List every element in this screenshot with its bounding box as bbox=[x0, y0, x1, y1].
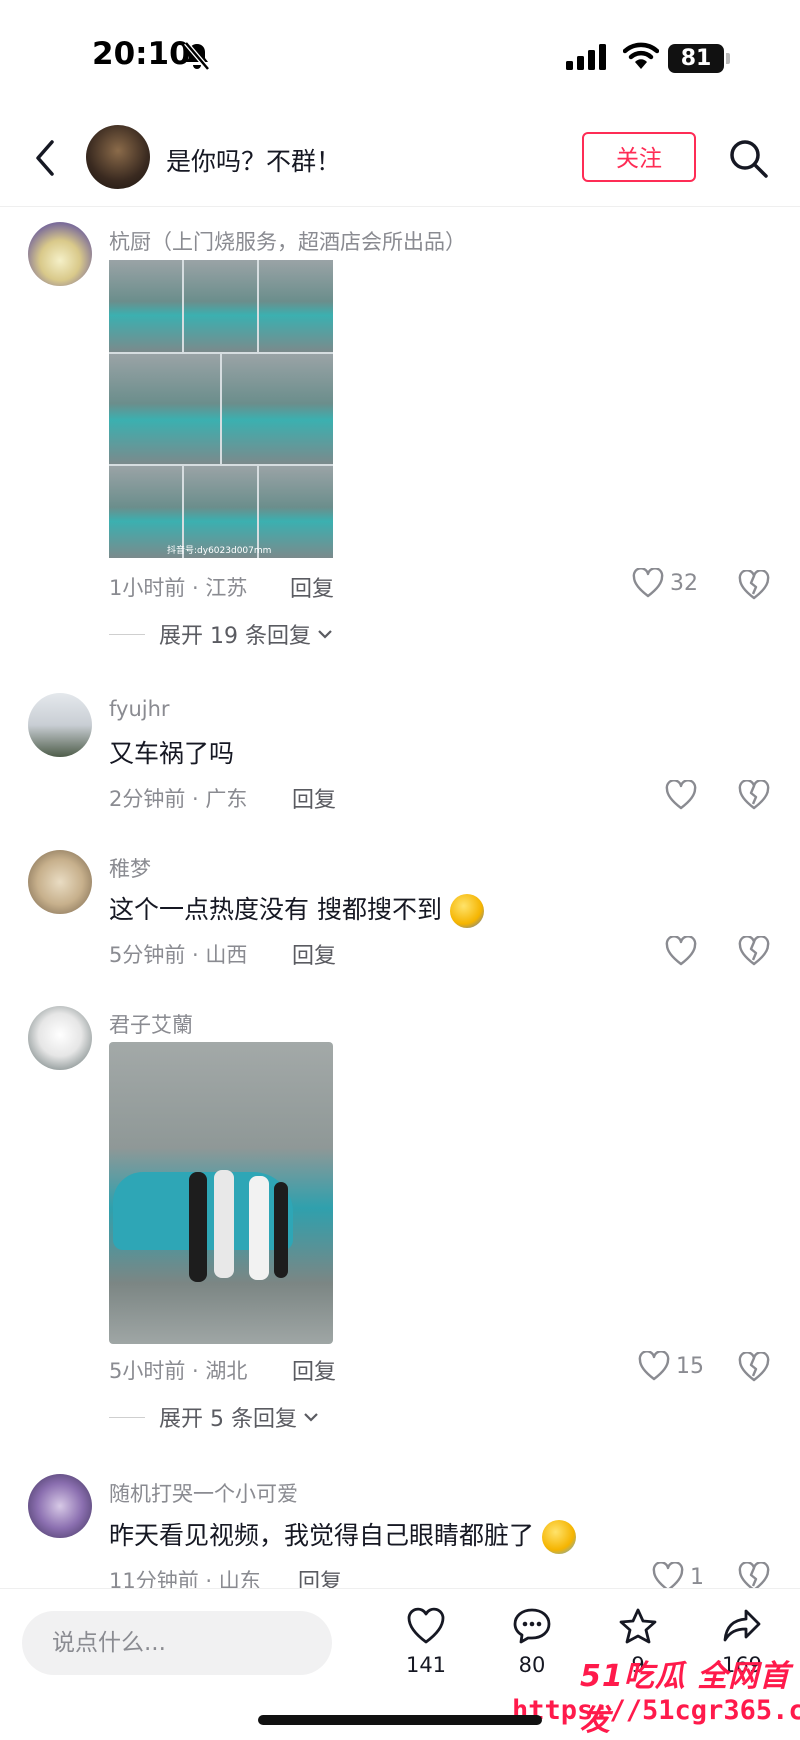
reply-button[interactable]: 回复 bbox=[290, 571, 334, 603]
comment-image-grid[interactable]: 抖音号:dy6023d007mm bbox=[109, 260, 333, 558]
crying-emoji-icon bbox=[449, 894, 484, 928]
dislike-icon[interactable] bbox=[738, 780, 770, 810]
sobbing-emoji-icon bbox=[541, 1520, 576, 1554]
comment-username[interactable]: 杭厨（上门烧服务，超酒店会所出品） bbox=[109, 226, 466, 256]
image-caption: 抖音号:dy6023d007mm bbox=[167, 546, 272, 556]
chevron-down-icon bbox=[318, 630, 332, 639]
comment-meta: 2分钟前 · 广东 bbox=[109, 787, 248, 811]
dislike-icon[interactable] bbox=[738, 936, 770, 966]
like-count: 32 bbox=[670, 570, 698, 596]
heart-icon[interactable] bbox=[665, 936, 697, 966]
bell-slash-icon bbox=[184, 41, 210, 71]
comment-avatar[interactable] bbox=[28, 222, 92, 286]
like-button[interactable]: 32 bbox=[632, 568, 698, 598]
comment-text-content: 这个一点热度没有 搜都搜不到 bbox=[109, 895, 442, 924]
bottom-bar: 说点什么... 141 80 9 169 51吃瓜 全网首发 https://5… bbox=[0, 1588, 800, 1740]
signal-icon bbox=[566, 44, 606, 70]
comment-avatar[interactable] bbox=[28, 1006, 92, 1070]
comment-username[interactable]: 稚梦 bbox=[109, 853, 151, 883]
status-bar: 20:10 81 bbox=[0, 0, 800, 110]
like-count: 15 bbox=[676, 1353, 704, 1379]
comment-header: 是你吗？不群！ 关注 bbox=[0, 110, 800, 207]
heart-icon bbox=[407, 1607, 445, 1644]
expand-replies-label: 展开 5 条回复 bbox=[159, 1407, 297, 1432]
star-icon bbox=[619, 1608, 657, 1644]
dislike-icon[interactable] bbox=[738, 1352, 770, 1382]
status-time: 20:10 bbox=[92, 36, 191, 72]
comment-video-thumbnail[interactable] bbox=[109, 1042, 333, 1344]
like-count: 1 bbox=[690, 1564, 704, 1590]
like-count: 141 bbox=[405, 1653, 447, 1677]
like-button[interactable]: 15 bbox=[638, 1351, 704, 1381]
comment-input[interactable]: 说点什么... bbox=[22, 1611, 332, 1675]
comment-count: 80 bbox=[518, 1653, 546, 1677]
comment-avatar[interactable] bbox=[28, 693, 92, 757]
author-avatar[interactable] bbox=[86, 125, 150, 189]
comment-icon bbox=[513, 1608, 551, 1644]
expand-replies[interactable]: 展开 5 条回复 bbox=[109, 1401, 321, 1433]
heart-icon[interactable] bbox=[665, 780, 697, 810]
comment-action[interactable]: 80 bbox=[492, 1607, 572, 1677]
expand-replies[interactable]: 展开 19 条回复 bbox=[109, 618, 335, 650]
reply-button[interactable]: 回复 bbox=[292, 782, 336, 814]
comment-avatar[interactable] bbox=[28, 1474, 92, 1538]
comment-meta: 5小时前 · 湖北 bbox=[109, 1359, 248, 1383]
reply-button[interactable]: 回复 bbox=[292, 1354, 336, 1386]
back-icon[interactable] bbox=[32, 138, 58, 178]
page-title: 是你吗？不群！ bbox=[166, 147, 342, 176]
comment-meta: 5分钟前 · 山西 bbox=[109, 943, 248, 967]
follow-button[interactable]: 关注 bbox=[582, 132, 696, 182]
chevron-down-icon bbox=[304, 1413, 318, 1422]
dislike-icon[interactable] bbox=[738, 570, 770, 600]
search-icon[interactable] bbox=[728, 138, 770, 180]
expand-replies-label: 展开 19 条回复 bbox=[159, 624, 311, 649]
heart-icon bbox=[632, 568, 664, 598]
comment-text: 这个一点热度没有 搜都搜不到 bbox=[109, 890, 484, 928]
comment-username[interactable]: 随机打哭一个小可爱 bbox=[109, 1478, 298, 1508]
comment-meta: 1小时前 · 江苏 bbox=[109, 576, 248, 600]
home-indicator bbox=[258, 1715, 542, 1725]
wifi-icon bbox=[623, 42, 659, 69]
watermark-url: https://51cgr365.com bbox=[512, 1695, 800, 1726]
comment-text-content: 昨天看见视频，我觉得自己眼睛都脏了 bbox=[109, 1521, 535, 1550]
comment-username[interactable]: 君子艾蘭 bbox=[109, 1009, 193, 1039]
share-icon bbox=[723, 1609, 761, 1642]
comment-username[interactable]: fyujhr bbox=[109, 697, 170, 721]
like-action[interactable]: 141 bbox=[386, 1607, 466, 1677]
comment-avatar[interactable] bbox=[28, 850, 92, 914]
reply-button[interactable]: 回复 bbox=[292, 938, 336, 970]
comment-text: 又车祸了吗 bbox=[109, 739, 235, 768]
comment-text: 昨天看见视频，我觉得自己眼睛都脏了 bbox=[109, 1516, 576, 1554]
heart-icon bbox=[638, 1351, 670, 1381]
battery-icon: 81 bbox=[668, 44, 724, 73]
battery-tip bbox=[726, 53, 730, 64]
